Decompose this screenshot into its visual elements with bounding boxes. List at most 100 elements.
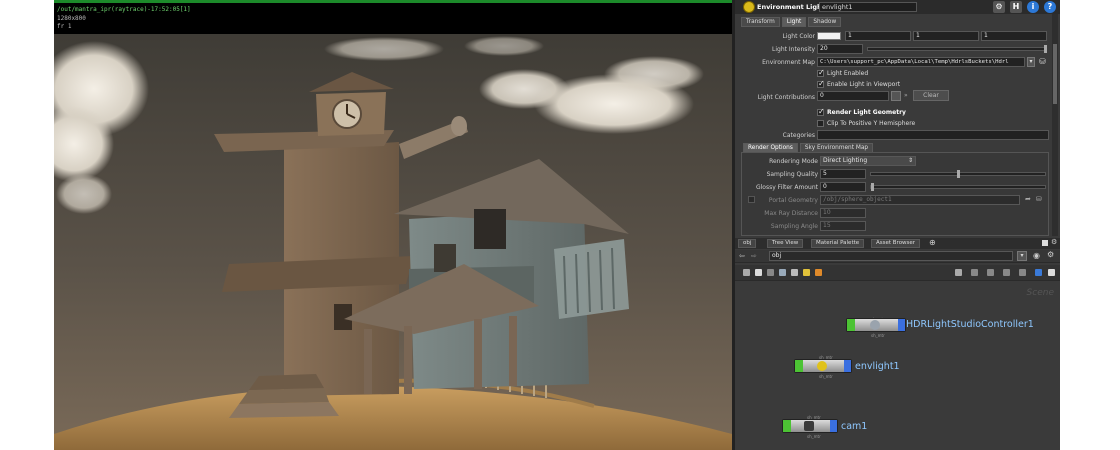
light-contributions-label: Light Contributions bbox=[757, 94, 815, 101]
zoom-icon[interactable] bbox=[1035, 269, 1042, 276]
light-intensity-slider[interactable] bbox=[867, 45, 1047, 53]
tool-page-icon[interactable] bbox=[755, 269, 762, 276]
node-display-flag[interactable] bbox=[844, 360, 851, 372]
categories-field[interactable] bbox=[817, 130, 1049, 140]
render-geometry-label: Render Light Geometry bbox=[827, 109, 906, 116]
portal-geometry-label: Portal Geometry bbox=[768, 197, 818, 204]
tool-snap-icon[interactable] bbox=[1003, 269, 1010, 276]
forward-arrow-icon[interactable]: ⇨ bbox=[751, 252, 757, 260]
network-path-field[interactable]: obj bbox=[769, 251, 1013, 261]
chevron-down-icon[interactable]: ▾ bbox=[1017, 251, 1027, 261]
gear-icon[interactable]: ⚙ bbox=[1051, 238, 1057, 246]
sampling-quality-field[interactable]: 5 bbox=[820, 169, 866, 179]
frame-all-icon[interactable] bbox=[1048, 269, 1055, 276]
light-color-b-field[interactable]: 1 bbox=[981, 31, 1047, 41]
node-display-flag[interactable] bbox=[898, 319, 905, 331]
double-arrow-icon[interactable]: » bbox=[904, 92, 910, 100]
tool-view-icon[interactable] bbox=[1019, 269, 1026, 276]
categories-label: Categories bbox=[782, 132, 815, 139]
rendering-mode-dropdown[interactable]: Direct Lighting bbox=[820, 156, 916, 166]
tab-light[interactable]: Light bbox=[781, 17, 807, 27]
clip-hemisphere-label: Clip To Positive Y Hemisphere bbox=[827, 120, 916, 127]
glossy-filter-field[interactable]: 0 bbox=[820, 182, 866, 192]
glossy-filter-slider[interactable] bbox=[870, 183, 1046, 191]
node-bypass-flag[interactable] bbox=[847, 319, 855, 331]
network-editor[interactable]: Scene sh_mtr sh_mtr HDRLightStudioContro… bbox=[735, 282, 1060, 450]
clip-hemisphere-checkbox[interactable] bbox=[817, 120, 824, 127]
pin-icon[interactable]: ◉ bbox=[1033, 251, 1040, 260]
light-color-g-field[interactable]: 1 bbox=[913, 31, 979, 41]
cam-node[interactable] bbox=[782, 419, 838, 433]
light-enabled-checkbox[interactable] bbox=[817, 68, 825, 77]
camera-icon bbox=[804, 421, 814, 431]
node-name-field[interactable]: envlight1 bbox=[819, 2, 917, 12]
render-geometry-checkbox[interactable] bbox=[817, 107, 825, 116]
clear-button[interactable]: Clear bbox=[913, 90, 949, 101]
parameter-tabs: Transform Light Shadow bbox=[741, 17, 842, 27]
file-browse-icon[interactable]: ⛁ bbox=[1039, 57, 1048, 67]
node-tiny-label: sh_mtr bbox=[819, 374, 833, 379]
render-viewport[interactable]: /out/mantra_ipr(raytrace)-17:52:05[1] 12… bbox=[54, 0, 732, 450]
node-type-label: Environment Light bbox=[757, 3, 825, 11]
sampling-quality-slider[interactable] bbox=[870, 170, 1046, 178]
hdr-controller-label[interactable]: HDRLightStudioController1 bbox=[906, 319, 1034, 330]
cam-label[interactable]: cam1 bbox=[841, 421, 867, 432]
portal-geometry-field[interactable]: /obj/sphere_object1 bbox=[820, 195, 1020, 205]
tab-asset-browser[interactable]: Asset Browser bbox=[871, 239, 921, 248]
node-bypass-flag[interactable] bbox=[795, 360, 803, 372]
info-icon[interactable]: i bbox=[1027, 1, 1039, 13]
light-intensity-label: Light Intensity bbox=[772, 46, 815, 53]
help-h-icon[interactable]: H bbox=[1010, 1, 1022, 13]
glossy-filter-knob[interactable] bbox=[871, 183, 874, 191]
arrow-icon[interactable]: ➦ bbox=[1025, 195, 1031, 203]
tool-select-icon[interactable] bbox=[743, 269, 750, 276]
tool-palette-icon[interactable] bbox=[815, 269, 822, 276]
sampling-quality-knob[interactable] bbox=[957, 170, 960, 178]
node-select-icon[interactable]: ⛁ bbox=[1036, 195, 1042, 203]
environment-map-field[interactable]: C:\Users\support_pc\AppData\Local\Temp\H… bbox=[817, 57, 1025, 67]
network-path-bar: ⇦ ⇨ obj ▾ ◉ ⚙ bbox=[735, 250, 1060, 263]
environment-light-icon bbox=[817, 361, 827, 371]
parameter-scrollbar[interactable] bbox=[1052, 14, 1058, 236]
obj-path-text: obj bbox=[772, 252, 782, 259]
tool-options-icon[interactable] bbox=[987, 269, 994, 276]
gear-icon[interactable]: ⚙ bbox=[993, 1, 1005, 13]
envlight-label[interactable]: envlight1 bbox=[855, 361, 900, 372]
light-color-r-field[interactable]: 1 bbox=[845, 31, 911, 41]
tool-grid-icon[interactable] bbox=[767, 269, 774, 276]
light-intensity-knob[interactable] bbox=[1044, 45, 1047, 53]
hdr-controller-node[interactable] bbox=[846, 318, 906, 332]
light-enabled-label: Light Enabled bbox=[827, 70, 869, 77]
tool-list-icon[interactable] bbox=[791, 269, 798, 276]
sampling-angle-field[interactable]: 15 bbox=[820, 221, 866, 231]
chevron-down-icon[interactable]: ▾ bbox=[1027, 57, 1035, 67]
maximize-icon[interactable] bbox=[1042, 240, 1048, 246]
gear-icon[interactable]: ⚙ bbox=[1047, 250, 1054, 259]
tool-arrange-icon[interactable] bbox=[955, 269, 962, 276]
add-tab-icon[interactable]: ⊕ bbox=[929, 238, 936, 247]
node-bypass-flag[interactable] bbox=[783, 420, 791, 432]
back-arrow-icon[interactable]: ⇦ bbox=[739, 252, 745, 260]
tool-display-icon[interactable] bbox=[971, 269, 978, 276]
network-watermark: Scene bbox=[1026, 288, 1054, 298]
tab-transform[interactable]: Transform bbox=[741, 17, 780, 27]
sampling-quality-label: Sampling Quality bbox=[766, 171, 818, 178]
parameter-panel: Environment Light envlight1 ⚙ H i ? Tran… bbox=[735, 0, 1060, 450]
scrollbar-thumb[interactable] bbox=[1053, 44, 1057, 104]
tool-note-icon[interactable] bbox=[803, 269, 810, 276]
environment-light-icon bbox=[743, 1, 755, 13]
tab-obj[interactable]: obj bbox=[738, 239, 757, 248]
light-contributions-field[interactable]: 0 bbox=[817, 91, 889, 101]
tab-shadow[interactable]: Shadow bbox=[808, 17, 842, 27]
tab-material-palette[interactable]: Material Palette bbox=[811, 239, 865, 248]
question-icon[interactable]: ? bbox=[1044, 1, 1056, 13]
tool-layout-icon[interactable] bbox=[779, 269, 786, 276]
enable-viewport-checkbox[interactable] bbox=[817, 79, 825, 88]
light-color-swatch[interactable] bbox=[817, 32, 841, 40]
max-ray-distance-field[interactable]: 10 bbox=[820, 208, 866, 218]
tab-tree-view[interactable]: Tree View bbox=[767, 239, 804, 248]
envlight-node[interactable] bbox=[794, 359, 852, 373]
contributions-menu-icon[interactable] bbox=[891, 91, 901, 101]
node-display-flag[interactable] bbox=[830, 420, 837, 432]
light-intensity-field[interactable]: 20 bbox=[817, 44, 863, 54]
